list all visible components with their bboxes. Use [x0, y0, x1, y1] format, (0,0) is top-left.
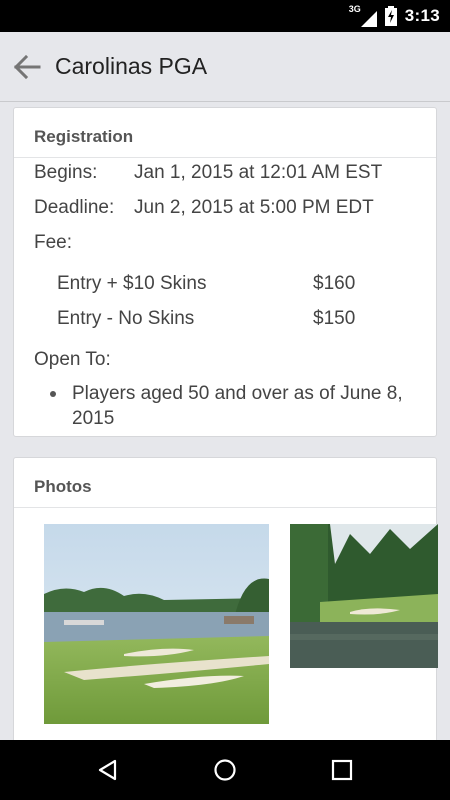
clock: 3:13 — [404, 6, 440, 25]
recents-square-icon[interactable] — [312, 740, 372, 800]
registration-card: Registration Begins: Jan 1, 2015 at 12:01… — [13, 107, 437, 437]
golf-course-pond-photo[interactable] — [290, 524, 438, 668]
battery-charging-icon — [384, 6, 397, 26]
deadline-value: Jun 2, 2015 at 5:00 PM EDT — [134, 197, 374, 218]
signal-icon: 3G — [348, 4, 377, 27]
golf-course-lake-photo[interactable] — [44, 524, 269, 724]
begins-label: Begins: — [34, 162, 98, 183]
photos-header: Photos — [14, 458, 436, 508]
content-scroll[interactable]: Registration Begins: Jan 1, 2015 at 12:01… — [0, 103, 450, 740]
photos-card: Photos — [13, 457, 438, 740]
status-bar: 3G 3:13 — [0, 0, 450, 32]
back-triangle-icon[interactable] — [78, 740, 138, 800]
fee-row: Entry - No Skins $150 — [57, 308, 387, 330]
page-title: Carolinas PGA — [55, 53, 208, 79]
begins-row: Begins: Jan 1, 2015 at 12:01 AM EST — [34, 162, 382, 184]
arrow-back-icon[interactable] — [0, 32, 54, 102]
open-to-label: Open To: — [34, 349, 111, 370]
eligibility-text: Players aged 50 and over as of June 8, 2… — [72, 383, 403, 429]
network-type: 3G — [348, 4, 361, 14]
fee-name: Entry - No Skins — [57, 308, 195, 329]
fee-label: Fee: — [34, 232, 73, 253]
bullet-icon — [50, 391, 56, 397]
fee-price: $160 — [313, 273, 356, 294]
home-circle-icon[interactable] — [195, 740, 255, 800]
fee-name: Entry + $10 Skins — [57, 273, 207, 294]
registration-header: Registration — [14, 108, 436, 158]
begins-value: Jan 1, 2015 at 12:01 AM EST — [134, 162, 383, 183]
fee-price: $150 — [313, 308, 356, 329]
list-item: Players aged 50 and over as of June 8, 2… — [50, 381, 422, 431]
app-bar: Carolinas PGA — [0, 32, 450, 102]
fee-row: Entry + $10 Skins $160 — [57, 273, 387, 295]
deadline-label: Deadline: — [34, 197, 115, 218]
navigation-bar — [0, 740, 450, 800]
deadline-row: Deadline: Jun 2, 2015 at 5:00 PM EDT — [34, 197, 374, 219]
